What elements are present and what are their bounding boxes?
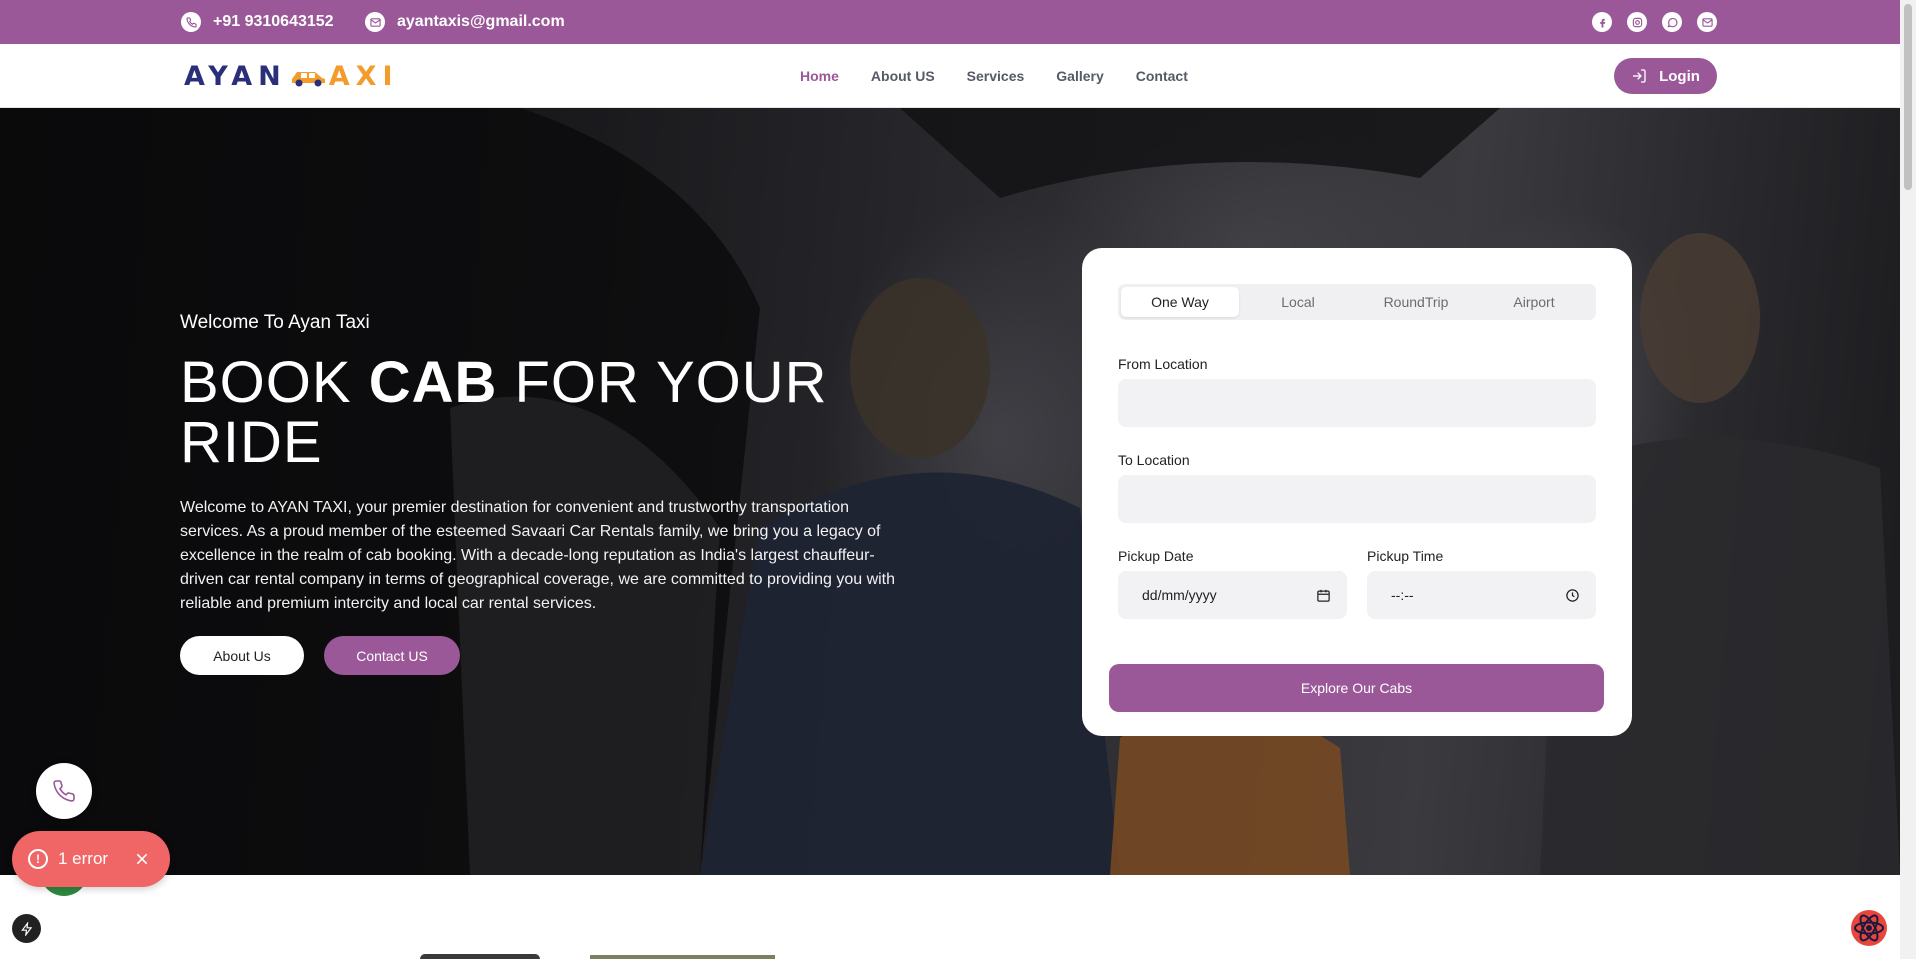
from-location-input[interactable] xyxy=(1118,379,1596,427)
email-contact[interactable]: ayantaxis@gmail.com xyxy=(365,12,565,32)
calendar-icon[interactable] xyxy=(1316,588,1331,603)
phone-number: +91 9310643152 xyxy=(213,13,334,30)
login-label: Login xyxy=(1659,67,1700,85)
site-logo[interactable]: AYAN AXI xyxy=(184,60,399,92)
from-location-label: From Location xyxy=(1118,356,1208,372)
tab-airport[interactable]: Airport xyxy=(1475,287,1593,317)
to-location-label: To Location xyxy=(1118,452,1190,468)
error-overlay-toast[interactable]: ! 1 error xyxy=(12,831,170,887)
explore-cabs-button[interactable]: Explore Our Cabs xyxy=(1109,664,1604,712)
below-fold-image xyxy=(420,954,540,959)
nav-contact[interactable]: Contact xyxy=(1136,68,1188,84)
email-address: ayantaxis@gmail.com xyxy=(397,13,565,30)
hero-title-pre: BOOK xyxy=(180,350,369,415)
clock-icon[interactable] xyxy=(1565,588,1580,603)
pickup-time-placeholder: --:-- xyxy=(1391,587,1414,603)
login-icon xyxy=(1633,69,1646,83)
nav-home[interactable]: Home xyxy=(800,68,839,84)
phone-icon xyxy=(181,12,201,32)
scrollbar-thumb[interactable] xyxy=(1904,4,1912,190)
pickup-time-input[interactable]: --:-- xyxy=(1367,571,1596,619)
pickup-time-label: Pickup Time xyxy=(1367,548,1444,564)
tab-roundtrip[interactable]: RoundTrip xyxy=(1357,287,1475,317)
nav-about[interactable]: About US xyxy=(871,68,935,84)
top-contact-bar: +91 9310643152 ayantaxis@gmail.com xyxy=(0,0,1900,44)
hero-section: Welcome To Ayan Taxi BOOK CAB FOR YOUR R… xyxy=(0,108,1900,875)
social-links xyxy=(1592,12,1717,32)
logo-text-left: AYAN xyxy=(184,60,287,92)
pickup-date-input[interactable]: dd/mm/yyyy xyxy=(1118,571,1347,619)
contact-us-button[interactable]: Contact US xyxy=(324,636,460,675)
close-icon[interactable] xyxy=(134,851,150,867)
hero-welcome: Welcome To Ayan Taxi xyxy=(180,312,370,333)
react-devtools-icon[interactable] xyxy=(1849,908,1889,948)
error-count: 1 error xyxy=(58,849,109,868)
main-navbar: AYAN AXI Home About US Services Gallery … xyxy=(0,44,1900,108)
hero-description: Welcome to AYAN TAXI, your premier desti… xyxy=(180,499,896,612)
phone-icon xyxy=(53,780,75,802)
bolt-icon xyxy=(20,921,32,936)
instagram-icon[interactable] xyxy=(1627,12,1647,32)
nav-links: Home About US Services Gallery Contact xyxy=(800,68,1188,84)
tab-one-way[interactable]: One Way xyxy=(1121,287,1239,317)
floating-call-button[interactable] xyxy=(36,763,92,819)
below-fold-image xyxy=(590,955,775,959)
error-icon: ! xyxy=(28,849,48,869)
trip-type-tabs: One Way Local RoundTrip Airport xyxy=(1118,284,1596,320)
hero-title: BOOK CAB FOR YOUR RIDE xyxy=(180,353,940,473)
devtools-bolt-button[interactable] xyxy=(12,914,41,943)
login-button[interactable]: Login xyxy=(1614,58,1717,94)
whatsapp-icon[interactable] xyxy=(1662,12,1682,32)
phone-contact[interactable]: +91 9310643152 xyxy=(181,12,334,32)
pickup-date-placeholder: dd/mm/yyyy xyxy=(1142,587,1217,603)
about-us-button[interactable]: About Us xyxy=(180,636,304,675)
taxi-car-icon xyxy=(291,72,325,87)
mail-icon[interactable] xyxy=(1697,12,1717,32)
tab-local[interactable]: Local xyxy=(1239,287,1357,317)
hero-buttons: About Us Contact US xyxy=(180,636,460,675)
nav-services[interactable]: Services xyxy=(967,68,1025,84)
booking-card: One Way Local RoundTrip Airport From Loc… xyxy=(1082,248,1632,736)
logo-text-right: AXI xyxy=(328,60,399,92)
mail-icon xyxy=(365,12,385,32)
nav-gallery[interactable]: Gallery xyxy=(1056,68,1103,84)
to-location-input[interactable] xyxy=(1118,475,1596,523)
pickup-date-label: Pickup Date xyxy=(1118,548,1194,564)
facebook-icon[interactable] xyxy=(1592,12,1612,32)
hero-title-bold: CAB xyxy=(368,350,498,415)
